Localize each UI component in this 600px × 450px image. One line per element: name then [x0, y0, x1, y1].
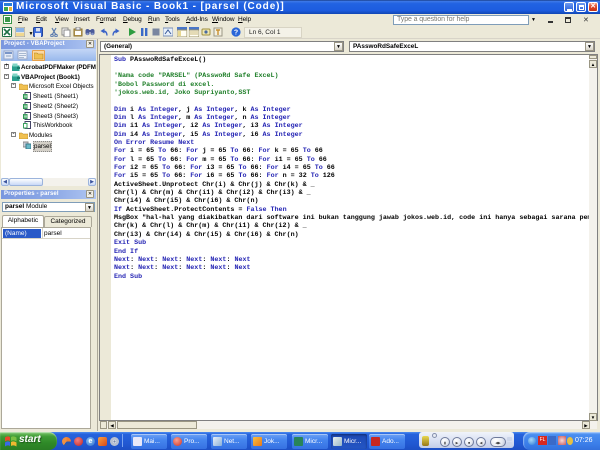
svg-text:?: ?: [234, 30, 238, 37]
